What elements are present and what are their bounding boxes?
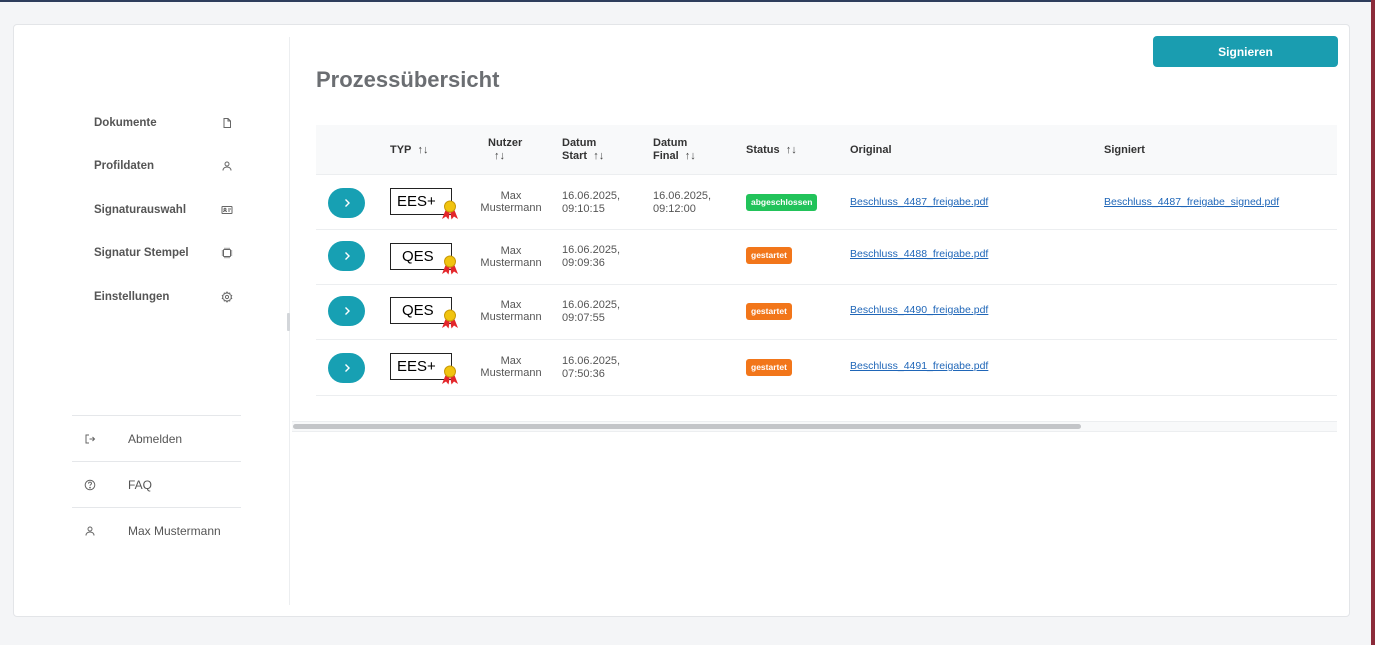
help-icon	[84, 479, 98, 491]
user-name-label: Max Mustermann	[128, 523, 221, 538]
signature-type-badge: QES	[390, 243, 458, 275]
stamp-icon	[220, 246, 234, 260]
logout-label: Abmelden	[128, 431, 183, 446]
sort-icon: ↑↓	[494, 150, 505, 162]
horizontal-scrollbar[interactable]	[292, 421, 1337, 432]
column-header-nutzer[interactable]: Nutzer ↑↓	[488, 137, 522, 163]
table-row: QES Max Mustermann 16.06.2025, 09:07:55 …	[316, 285, 1337, 340]
signature-type-badge: QES	[390, 297, 458, 329]
seal-icon	[442, 255, 458, 275]
user-cell: Max Mustermann	[480, 355, 542, 379]
start-date-cell: 16.06.2025, 07:50:36	[562, 355, 621, 380]
start-date-cell: 16.06.2025, 09:07:55	[562, 299, 621, 324]
start-date-cell: 16.06.2025, 09:10:15	[562, 190, 621, 215]
logout-icon	[84, 433, 98, 445]
table-row: EES+ Max Mustermann 16.06.2025, 07:50:36…	[316, 340, 1337, 396]
sidebar-item-dokumente[interactable]: Dokumente	[94, 101, 234, 145]
final-date-cell: 16.06.2025, 09:12:00	[653, 190, 712, 215]
expand-row-button[interactable]	[328, 296, 365, 326]
status-badge: gestartet	[746, 303, 792, 320]
column-header-original: Original	[850, 144, 892, 156]
status-badge: abgeschlossen	[746, 194, 818, 211]
chevron-right-icon	[344, 252, 350, 260]
status-badge: gestartet	[746, 247, 792, 264]
user-icon	[84, 525, 98, 537]
seal-icon	[442, 309, 458, 329]
logout-button[interactable]: Abmelden	[72, 415, 241, 461]
sidebar-item-label: Einstellungen	[94, 290, 170, 303]
sidebar-item-signatur-stempel[interactable]: Signatur Stempel	[94, 232, 234, 276]
table-row: QES Max Mustermann 16.06.2025, 09:09:36 …	[316, 230, 1337, 285]
sidebar-item-einstellungen[interactable]: Einstellungen	[94, 275, 234, 319]
user-cell: Max Mustermann	[480, 190, 542, 214]
app-card: Dokumente Profildaten Signaturauswahl Si…	[13, 24, 1350, 617]
sort-icon: ↑↓	[684, 150, 696, 162]
faq-label: FAQ	[128, 477, 153, 492]
sort-icon: ↑↓	[417, 144, 429, 156]
signature-type-badge: EES+	[390, 188, 458, 220]
document-icon	[220, 116, 234, 130]
sort-icon: ↑↓	[785, 144, 797, 156]
signature-type-badge: EES+	[390, 353, 458, 385]
sidebar-item-label: Signaturauswahl	[94, 203, 187, 216]
expand-row-button[interactable]	[328, 241, 365, 271]
sidebar-item-profildaten[interactable]: Profildaten	[94, 145, 234, 189]
sidebar-item-label: Signatur Stempel	[94, 247, 189, 260]
seal-icon	[442, 200, 458, 220]
user-profile-button[interactable]: Max Mustermann	[72, 507, 241, 553]
faq-button[interactable]: FAQ	[72, 461, 241, 507]
column-header-datum-final[interactable]: Datum Final ↑↓	[653, 137, 696, 163]
column-header-typ[interactable]: TYP ↑↓	[390, 144, 429, 157]
window-right-border	[1371, 0, 1375, 645]
sidebar-nav: Dokumente Profildaten Signaturauswahl Si…	[94, 101, 234, 319]
table-header: TYP ↑↓ Nutzer ↑↓ Datum Start ↑↓ Datum Fi…	[316, 125, 1337, 175]
table-row: EES+ Max Mustermann 16.06.2025, 09:10:15…	[316, 175, 1337, 230]
page-title: Prozessübersicht	[316, 67, 500, 92]
column-header-signiert: Signiert	[1104, 144, 1145, 156]
status-badge: gestartet	[746, 359, 792, 376]
column-header-datum-start[interactable]: Datum Start ↑↓	[562, 137, 604, 163]
gear-icon	[220, 290, 234, 304]
sign-button[interactable]: Signieren	[1153, 36, 1338, 67]
user-icon	[220, 159, 234, 173]
chevron-right-icon	[344, 199, 350, 207]
original-file-link[interactable]: Beschluss_4491_freigabe.pdf	[850, 360, 988, 372]
expand-row-button[interactable]	[328, 188, 365, 218]
seal-icon	[442, 365, 458, 385]
expand-row-button[interactable]	[328, 353, 365, 383]
sidebar-item-label: Profildaten	[94, 160, 155, 173]
sidebar-footer: Abmelden FAQ Max Mustermann	[72, 415, 241, 553]
start-date-cell: 16.06.2025, 09:09:36	[562, 244, 621, 269]
user-cell: Max Mustermann	[480, 245, 542, 269]
process-table: TYP ↑↓ Nutzer ↑↓ Datum Start ↑↓ Datum Fi…	[316, 125, 1337, 396]
original-file-link[interactable]: Beschluss_4487_freigabe.pdf	[850, 196, 988, 208]
id-card-icon	[220, 203, 234, 217]
sort-icon: ↑↓	[593, 150, 605, 162]
scrollbar-thumb[interactable]	[293, 424, 1081, 429]
chevron-right-icon	[344, 364, 350, 372]
sidebar-item-label: Dokumente	[94, 116, 157, 129]
sidebar-resize-handle[interactable]	[287, 313, 290, 331]
original-file-link[interactable]: Beschluss_4488_freigabe.pdf	[850, 248, 988, 260]
sidebar-item-signaturauswahl[interactable]: Signaturauswahl	[94, 188, 234, 232]
window-top-border	[0, 0, 1375, 2]
signed-file-link[interactable]: Beschluss_4487_freigabe_signed.pdf	[1104, 196, 1279, 208]
chevron-right-icon	[344, 307, 350, 315]
column-header-status[interactable]: Status ↑↓	[746, 144, 797, 157]
user-cell: Max Mustermann	[480, 299, 542, 323]
sidebar: Dokumente Profildaten Signaturauswahl Si…	[14, 25, 290, 616]
original-file-link[interactable]: Beschluss_4490_freigabe.pdf	[850, 304, 988, 316]
